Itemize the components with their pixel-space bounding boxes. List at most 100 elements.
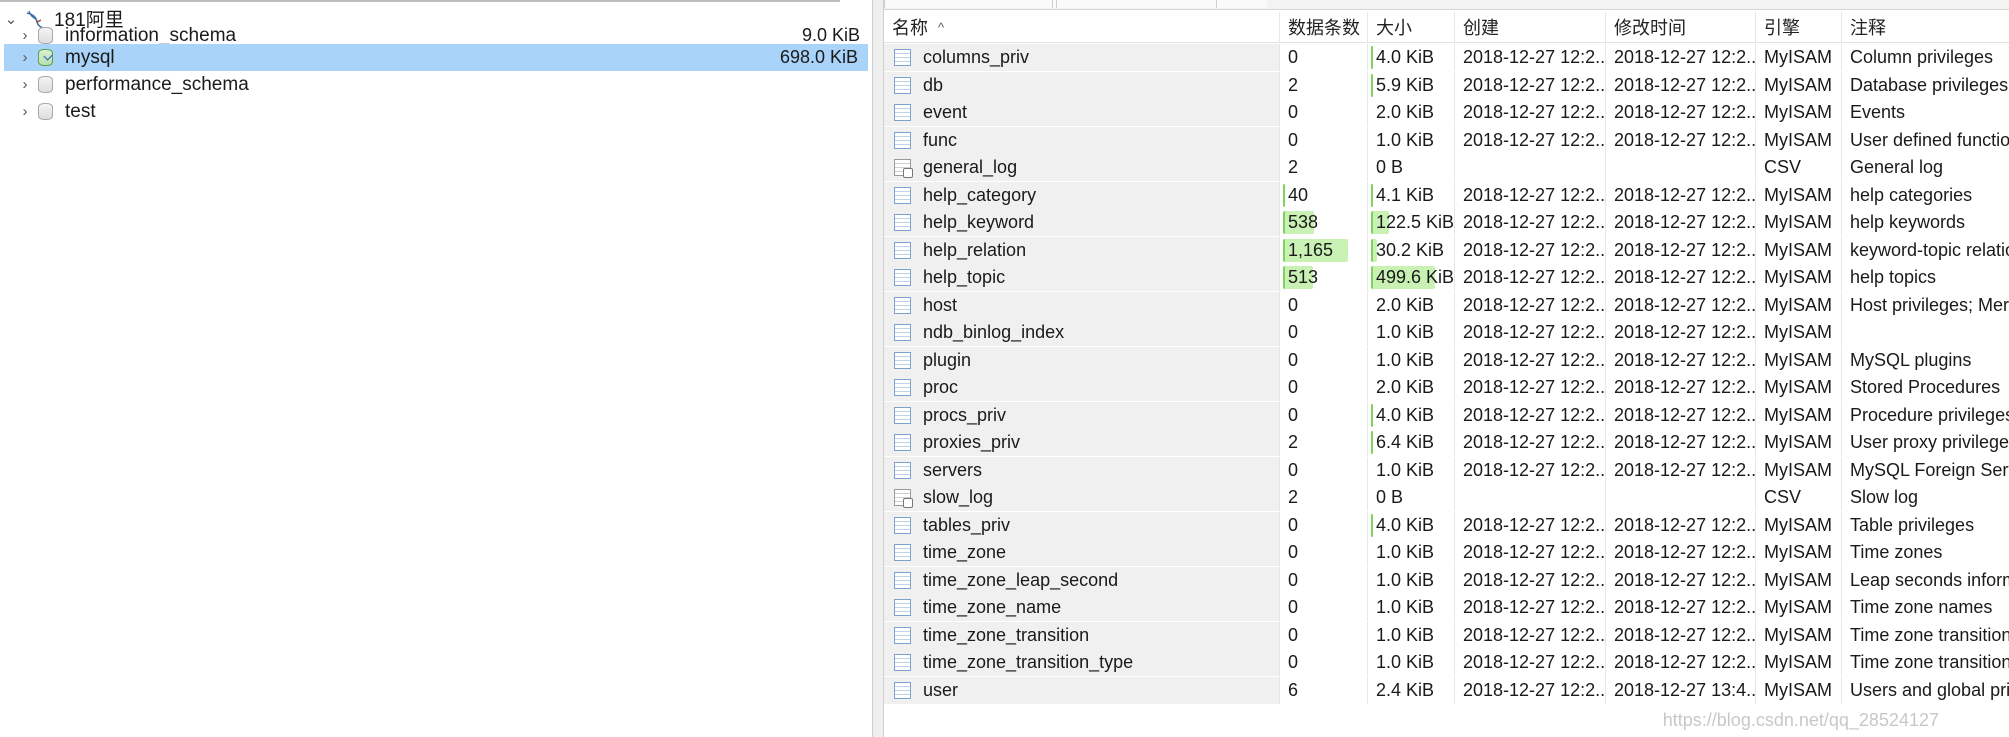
column-header-size[interactable]: 大小 <box>1368 12 1455 42</box>
table-icon <box>894 296 911 314</box>
engine-value: MyISAM <box>1764 184 1833 205</box>
created-value: 2018-12-27 12:2... <box>1463 542 1606 562</box>
table-name-cell[interactable]: columns_priv <box>884 44 1280 71</box>
table-name-cell[interactable]: help_category <box>884 181 1280 209</box>
size-cell: 122.5 KiB <box>1368 209 1455 236</box>
chevron-right-icon[interactable]: › <box>18 27 32 44</box>
table-name-cell[interactable]: help_keyword <box>884 209 1280 236</box>
column-header-name[interactable]: 名称 ^ <box>884 12 1280 42</box>
modified-cell: 2018-12-27 12:2... <box>1606 456 1756 484</box>
table-row[interactable]: procs_priv 0 4.0 KiB 2018-12-27 12:2... 2018… <box>884 401 2009 430</box>
table-row[interactable]: time_zone_name 0 1.0 KiB 2018-12-27 12:2...… <box>884 594 2009 622</box>
table-row[interactable]: time_zone_transition_type 0 1.0 KiB 2018-12… <box>884 649 2009 677</box>
table-name-cell[interactable]: host <box>884 291 1280 319</box>
table-name-cell[interactable]: proxies_priv <box>884 429 1280 456</box>
table-row[interactable]: time_zone 0 1.0 KiB 2018-12-27 12:2... 2018-… <box>884 539 2009 567</box>
rows-cell: 0 <box>1280 126 1368 154</box>
table-name-cell[interactable]: time_zone_transition_type <box>884 649 1280 676</box>
comment-cell: Time zones <box>1842 539 2009 566</box>
rows-value: 0 <box>1288 514 1299 535</box>
tab[interactable] <box>1056 0 1217 8</box>
column-header-created[interactable]: 创建 <box>1455 12 1606 42</box>
table-row[interactable]: plugin 0 1.0 KiB 2018-12-27 12:2... 2018-12-… <box>884 346 2009 375</box>
table-row[interactable]: event 0 2.0 KiB 2018-12-27 12:2... 2018-12-2… <box>884 99 2009 127</box>
tree-item-test[interactable]: › test <box>0 98 870 125</box>
created-value: 2018-12-27 12:2... <box>1463 349 1606 370</box>
modified-value: 2018-12-27 12:2... <box>1614 542 1756 562</box>
table-name: general_log <box>923 157 1018 177</box>
table-row[interactable]: func 0 1.0 KiB 2018-12-27 12:2... 2018-12-27… <box>884 126 2009 155</box>
table-row[interactable]: columns_priv 0 4.0 KiB 2018-12-27 12:2... 20… <box>884 44 2009 72</box>
tab[interactable] <box>884 0 1053 8</box>
pane-splitter[interactable] <box>873 0 884 737</box>
modified-cell: 2018-12-27 12:2... <box>1606 346 1756 374</box>
table-name-cell[interactable]: time_zone <box>884 539 1280 566</box>
table-row[interactable]: db 2 5.9 KiB 2018-12-27 12:2... 2018-12-27 1… <box>884 71 2009 100</box>
created-cell: 2018-12-27 12:2... <box>1455 44 1606 71</box>
table-name-cell[interactable]: event <box>884 99 1280 126</box>
chevron-right-icon[interactable]: › <box>18 103 32 120</box>
table-row[interactable]: time_zone_leap_second 0 1.0 KiB 2018-12-27 … <box>884 566 2009 595</box>
database-tree-pane: ⌄ 181阿里 › information_schema 9.0 KiB › m… <box>0 0 873 737</box>
table-row[interactable]: general_log 2 0 B CSV General log <box>884 154 2009 182</box>
engine-cell: MyISAM <box>1756 319 1842 346</box>
table-row[interactable]: proxies_priv 2 6.4 KiB 2018-12-27 12:2... 20… <box>884 429 2009 457</box>
tab[interactable] <box>1216 0 1267 8</box>
table-row[interactable]: help_relation 1,165 30.2 KiB 2018-12-27 12:… <box>884 236 2009 265</box>
size-value: 5.9 KiB <box>1376 74 1435 95</box>
table-row[interactable]: servers 0 1.0 KiB 2018-12-27 12:2... 2018-12… <box>884 456 2009 485</box>
table-name-cell[interactable]: help_relation <box>884 236 1280 264</box>
table-row[interactable]: ndb_binlog_index 0 1.0 KiB 2018-12-27 12:2.… <box>884 319 2009 347</box>
modified-cell: 2018-12-27 12:2... <box>1606 539 1756 566</box>
chevron-right-icon[interactable]: › <box>18 76 32 93</box>
engine-value: MyISAM <box>1764 102 1833 122</box>
size-value: 1.0 KiB <box>1376 569 1435 590</box>
table-name-cell[interactable]: proc <box>884 374 1280 401</box>
table-name-cell[interactable]: user <box>884 676 1280 704</box>
table-row[interactable]: help_category 40 4.1 KiB 2018-12-27 12:2...… <box>884 181 2009 210</box>
column-header-comment[interactable]: 注释 <box>1842 12 2009 42</box>
table-row[interactable]: help_keyword 538 122.5 KiB 2018-12-27 12:2.… <box>884 209 2009 237</box>
table-name-cell[interactable]: time_zone_transition <box>884 621 1280 649</box>
comment-cell: Procedure privileges <box>1842 402 2009 429</box>
size-value: 1.0 KiB <box>1376 597 1435 617</box>
table-row[interactable]: host 0 2.0 KiB 2018-12-27 12:2... 2018-12-27… <box>884 291 2009 320</box>
table-row[interactable]: proc 0 2.0 KiB 2018-12-27 12:2... 2018-12-27… <box>884 374 2009 402</box>
rows-value: 0 <box>1288 294 1299 315</box>
table-name-cell[interactable]: time_zone_leap_second <box>884 566 1280 594</box>
table-row[interactable]: help_topic 513 499.6 KiB 2018-12-27 12:2...… <box>884 264 2009 292</box>
table-name-cell[interactable]: ndb_binlog_index <box>884 319 1280 346</box>
table-name-cell[interactable]: procs_priv <box>884 401 1280 429</box>
table-name-cell[interactable]: servers <box>884 456 1280 484</box>
engine-value: MyISAM <box>1764 542 1833 562</box>
created-cell <box>1455 154 1606 181</box>
engine-value: MyISAM <box>1764 514 1833 535</box>
column-header-rows[interactable]: 数据条数 <box>1280 12 1368 42</box>
table-row[interactable]: tables_priv 0 4.0 KiB 2018-12-27 12:2... 201… <box>884 511 2009 540</box>
comment-cell: Time zone transition types <box>1842 649 2009 676</box>
rows-value: 0 <box>1288 624 1299 645</box>
table-row[interactable]: user 6 2.4 KiB 2018-12-27 12:2... 2018-12-27… <box>884 676 2009 705</box>
table-row[interactable]: slow_log 2 0 B CSV Slow log <box>884 484 2009 512</box>
rows-value: 513 <box>1288 267 1319 287</box>
table-name-cell[interactable]: time_zone_name <box>884 594 1280 621</box>
engine-value: MyISAM <box>1764 294 1833 315</box>
table-name-cell[interactable]: general_log <box>884 154 1280 181</box>
table-name-cell[interactable]: slow_log <box>884 484 1280 511</box>
created-cell: 2018-12-27 12:2... <box>1455 676 1606 704</box>
tree-item-performance-schema[interactable]: › performance_schema <box>0 71 870 98</box>
tree-item-mysql[interactable]: › mysql 698.0 KiB <box>4 44 868 71</box>
table-name-cell[interactable]: db <box>884 71 1280 99</box>
table-name-cell[interactable]: tables_priv <box>884 511 1280 539</box>
table-name-cell[interactable]: plugin <box>884 346 1280 374</box>
size-cell: 1.0 KiB <box>1368 126 1455 154</box>
column-header-engine[interactable]: 引擎 <box>1756 12 1842 42</box>
rows-value: 0 <box>1288 597 1299 617</box>
column-header-modified[interactable]: 修改时间 <box>1606 12 1756 42</box>
table-row[interactable]: time_zone_transition 0 1.0 KiB 2018-12-27 1… <box>884 621 2009 650</box>
size-value: 4.0 KiB <box>1376 47 1435 67</box>
comment-value: Time zone transition types <box>1850 652 2009 672</box>
chevron-right-icon[interactable]: › <box>18 49 32 66</box>
table-name-cell[interactable]: func <box>884 126 1280 154</box>
table-name-cell[interactable]: help_topic <box>884 264 1280 291</box>
